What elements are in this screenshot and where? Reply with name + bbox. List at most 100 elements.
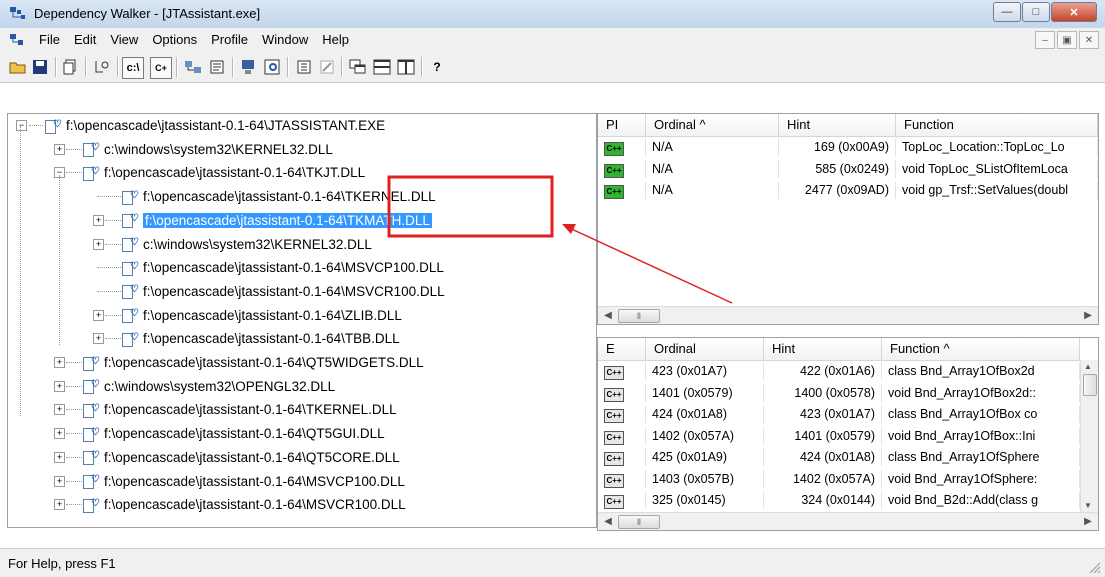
tree-node[interactable]: ♡ f:\opencascade\jtassistant-0.1-64\TBB.D…: [122, 328, 400, 349]
column-header-3[interactable]: Function ^: [882, 338, 1080, 360]
full-paths-button[interactable]: c:\: [122, 57, 144, 79]
tree-node[interactable]: ♡ c:\windows\system32\KERNEL32.DLL: [83, 139, 333, 160]
imports-horizontal-scrollbar[interactable]: ◀ Ⅱ ▶: [598, 306, 1098, 324]
tree-node[interactable]: ♡ f:\opencascade\jtassistant-0.1-64\QT5WI…: [83, 352, 424, 373]
hint-cell: 1400 (0x0578): [764, 383, 882, 402]
table-row[interactable]: C++ 423 (0x01A7) 422 (0x01A6) class Bnd_Arr…: [598, 362, 1080, 380]
menu-file[interactable]: File: [32, 32, 67, 47]
tree-node[interactable]: ♡ f:\opencascade\jtassistant-0.1-64\ZLIB.…: [122, 305, 402, 326]
tree-node[interactable]: ♡ f:\opencascade\jtassistant-0.1-64\TKJT.…: [83, 162, 365, 183]
tree-node[interactable]: ♡ f:\opencascade\jtassistant-0.1-64\MSVCR…: [122, 281, 445, 302]
cpp-function-icon: C++: [604, 473, 624, 488]
tree-node[interactable]: ♡ c:\windows\system32\OPENGL32.DLL: [83, 376, 335, 397]
tree-expander-icon[interactable]: +: [54, 451, 65, 463]
mdi-minimize-button[interactable]: –: [1035, 31, 1055, 49]
undecorate-cpp-button[interactable]: C+: [150, 57, 172, 79]
menu-options[interactable]: Options: [145, 32, 204, 47]
column-header-2[interactable]: Hint: [764, 338, 882, 360]
properties-icon[interactable]: [207, 57, 227, 77]
tree-node[interactable]: ♡ c:\windows\system32\KERNEL32.DLL: [122, 234, 372, 255]
highlight-icon[interactable]: [317, 57, 337, 77]
tree-node[interactable]: ♡ f:\opencascade\jtassistant-0.1-64\TKERN…: [83, 399, 397, 420]
menu-edit[interactable]: Edit: [67, 32, 103, 47]
open-folder-icon[interactable]: [8, 57, 28, 77]
table-row[interactable]: C++ 1402 (0x057A) 1401 (0x0579) void Bnd_Ar…: [598, 426, 1080, 445]
tree-expander-icon[interactable]: +: [54, 143, 65, 155]
table-row[interactable]: C++ N/A 585 (0x0249) void TopLoc_SListOfIte…: [598, 159, 1098, 178]
column-header-0[interactable]: PI: [598, 114, 646, 136]
tile-horizontal-icon[interactable]: [372, 57, 392, 77]
table-row[interactable]: C++ 325 (0x0145) 324 (0x0144) void Bnd_B2d:…: [598, 491, 1080, 509]
copy-icon[interactable]: [60, 57, 80, 77]
table-row[interactable]: C++ N/A 169 (0x00A9) TopLoc_Location::TopLo…: [598, 138, 1098, 156]
module-icon: ♡: [83, 474, 100, 489]
column-header-1[interactable]: Ordinal: [646, 338, 764, 360]
tree-expander-icon[interactable]: +: [54, 357, 65, 368]
next-item-icon[interactable]: [294, 57, 314, 77]
table-row[interactable]: C++ 425 (0x01A9) 424 (0x01A8) class Bnd_Arr…: [598, 448, 1080, 466]
column-header-2[interactable]: Hint: [779, 114, 896, 136]
table-row[interactable]: C++ 1403 (0x057B) 1402 (0x057A) void Bnd_Ar…: [598, 469, 1080, 488]
tree-node[interactable]: ♡ f:\opencascade\jtassistant-0.1-64\MSVCP…: [122, 257, 444, 278]
resize-grip-icon[interactable]: [1089, 562, 1101, 574]
tree-expander-icon[interactable]: +: [54, 428, 65, 440]
scroll-up-icon[interactable]: ▲: [1084, 362, 1092, 371]
scroll-down-icon[interactable]: ▼: [1084, 501, 1092, 510]
parent-imports-list[interactable]: PI Ordinal ^ Hint Function C++ N/A 169 (0x00A…: [597, 113, 1099, 325]
tree-expander-icon[interactable]: +: [54, 499, 65, 511]
mdi-restore-button[interactable]: ▣: [1057, 31, 1077, 49]
scroll-thumb[interactable]: Ⅱ: [618, 309, 660, 323]
mdi-close-button[interactable]: ✕: [1079, 31, 1099, 49]
save-icon[interactable]: [30, 57, 50, 77]
exports-horizontal-scrollbar[interactable]: ◀ Ⅱ ▶: [598, 512, 1098, 530]
tree-expander-icon[interactable]: −: [16, 120, 27, 131]
tile-vertical-icon[interactable]: [396, 57, 416, 77]
menu-window[interactable]: Window: [255, 32, 315, 47]
tree-expander-icon[interactable]: +: [93, 214, 104, 226]
module-icon: ♡: [122, 237, 139, 252]
tree-node[interactable]: ♡ f:\opencascade\jtassistant-0.1-64\QT5GU…: [83, 423, 385, 444]
exports-vertical-scrollbar[interactable]: ▲ ▼: [1080, 360, 1098, 512]
expand-icon[interactable]: [183, 57, 203, 77]
minimize-button[interactable]: —: [993, 2, 1021, 22]
module-dependency-tree[interactable]: − ♡ f:\opencascade\jtassistant-0.1-64\JTAS…: [7, 113, 597, 528]
table-row[interactable]: C++ N/A 2477 (0x09AD) void gp_Trsf::SetValu…: [598, 181, 1098, 199]
close-button[interactable]: ✕: [1051, 2, 1097, 22]
menu-profile[interactable]: Profile: [204, 32, 255, 47]
scroll-right-icon[interactable]: ▶: [1080, 308, 1096, 323]
document-icon[interactable]: [10, 34, 26, 46]
column-header-0[interactable]: E: [598, 338, 646, 360]
ordinal-cell: N/A: [646, 159, 779, 178]
scroll-thumb[interactable]: Ⅱ: [618, 515, 660, 529]
menu-help[interactable]: Help: [315, 32, 356, 47]
tree-expander-icon[interactable]: +: [93, 238, 104, 250]
menu-view[interactable]: View: [103, 32, 145, 47]
help-icon[interactable]: ?: [427, 57, 447, 77]
tree-node[interactable]: ♡ f:\opencascade\jtassistant-0.1-64\JTASS…: [45, 115, 385, 136]
cascade-icon[interactable]: [348, 57, 368, 77]
tree-expander-icon[interactable]: +: [54, 404, 65, 416]
tree-node[interactable]: ♡ f:\opencascade\jtassistant-0.1-64\TKMAT…: [122, 210, 432, 231]
column-header-1[interactable]: Ordinal ^: [646, 114, 779, 136]
scroll-thumb[interactable]: [1083, 374, 1097, 396]
maximize-button[interactable]: □: [1022, 2, 1050, 22]
column-header-3[interactable]: Function: [896, 114, 1098, 136]
external-viewer-icon[interactable]: [262, 57, 282, 77]
tree-node[interactable]: ♡ f:\opencascade\jtassistant-0.1-64\MSVCR…: [83, 494, 406, 515]
system-info-icon[interactable]: [238, 57, 258, 77]
tree-node[interactable]: ♡ f:\opencascade\jtassistant-0.1-64\TKERN…: [122, 186, 436, 207]
exports-list[interactable]: E Ordinal Hint Function ^ C++ 423 (0x01A7) 42…: [597, 337, 1099, 531]
tree-node[interactable]: ♡ f:\opencascade\jtassistant-0.1-64\QT5CO…: [83, 447, 400, 468]
tree-expander-icon[interactable]: +: [54, 475, 65, 487]
tree-expander-icon[interactable]: +: [93, 309, 104, 321]
tree-node[interactable]: ♡ f:\opencascade\jtassistant-0.1-64\MSVCP…: [83, 471, 405, 492]
table-row[interactable]: C++ 424 (0x01A8) 423 (0x01A7) class Bnd_Arr…: [598, 405, 1080, 423]
scroll-right-icon[interactable]: ▶: [1080, 514, 1096, 529]
tree-expander-icon[interactable]: +: [54, 380, 65, 392]
tree-expander-icon[interactable]: +: [93, 333, 104, 345]
scroll-left-icon[interactable]: ◀: [600, 514, 616, 529]
table-row[interactable]: C++ 1401 (0x0579) 1400 (0x0578) void Bnd_Ar…: [598, 383, 1080, 402]
find-icon[interactable]: [92, 57, 112, 77]
title-bar[interactable]: Dependency Walker - [JTAssistant.exe] — …: [0, 0, 1105, 29]
scroll-left-icon[interactable]: ◀: [600, 308, 616, 323]
